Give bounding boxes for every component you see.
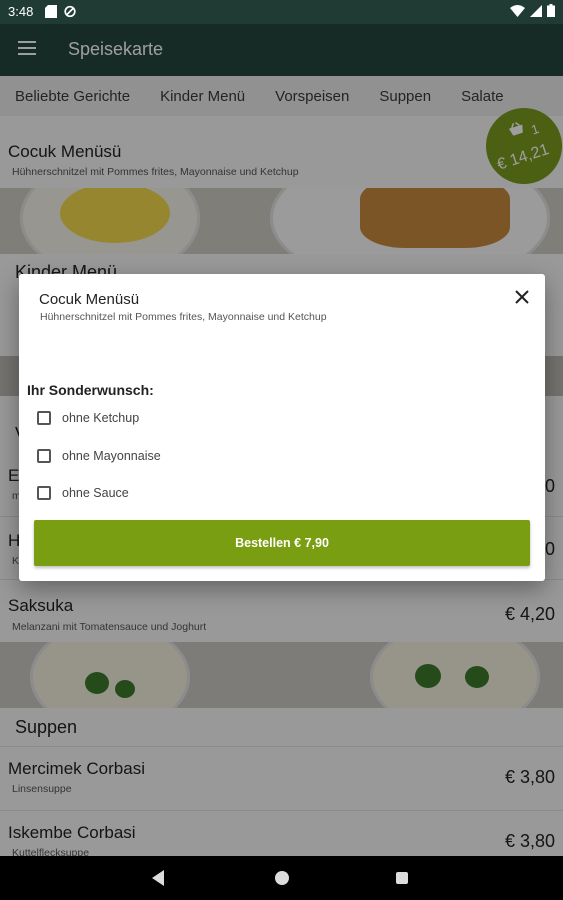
dialog-subtitle: Hühnerschnitzel mit Pommes frites, Mayon… <box>40 311 327 323</box>
checkbox[interactable] <box>37 486 51 500</box>
blocked-icon <box>64 5 76 18</box>
checkbox[interactable] <box>37 411 51 425</box>
signal-icon <box>530 4 542 17</box>
option-label: ohne Mayonnaise <box>62 449 161 463</box>
back-icon[interactable] <box>152 870 164 886</box>
checkbox[interactable] <box>37 449 51 463</box>
home-icon[interactable] <box>275 871 289 885</box>
wifi-icon <box>510 4 525 17</box>
order-button[interactable]: Bestellen € 7,90 <box>34 520 530 566</box>
special-request-label: Ihr Sonderwunsch: <box>27 382 154 398</box>
special-request-dialog: Cocuk Menüsü Hühnerschnitzel mit Pommes … <box>19 274 545 581</box>
option-ohne-mayonnaise[interactable]: ohne Mayonnaise <box>37 445 161 467</box>
sd-card-icon <box>45 5 57 18</box>
status-bar: 3:48 <box>0 0 563 24</box>
recent-apps-icon[interactable] <box>396 872 408 884</box>
status-time: 3:48 <box>8 4 34 19</box>
system-nav-bar <box>0 856 563 900</box>
option-label: ohne Sauce <box>62 486 129 500</box>
battery-icon <box>547 4 555 17</box>
option-label: ohne Ketchup <box>62 411 140 425</box>
option-ohne-sauce[interactable]: ohne Sauce <box>37 482 129 504</box>
option-ohne-ketchup[interactable]: ohne Ketchup <box>37 407 139 429</box>
close-icon[interactable] <box>513 288 531 306</box>
dialog-title: Cocuk Menüsü <box>39 291 140 308</box>
